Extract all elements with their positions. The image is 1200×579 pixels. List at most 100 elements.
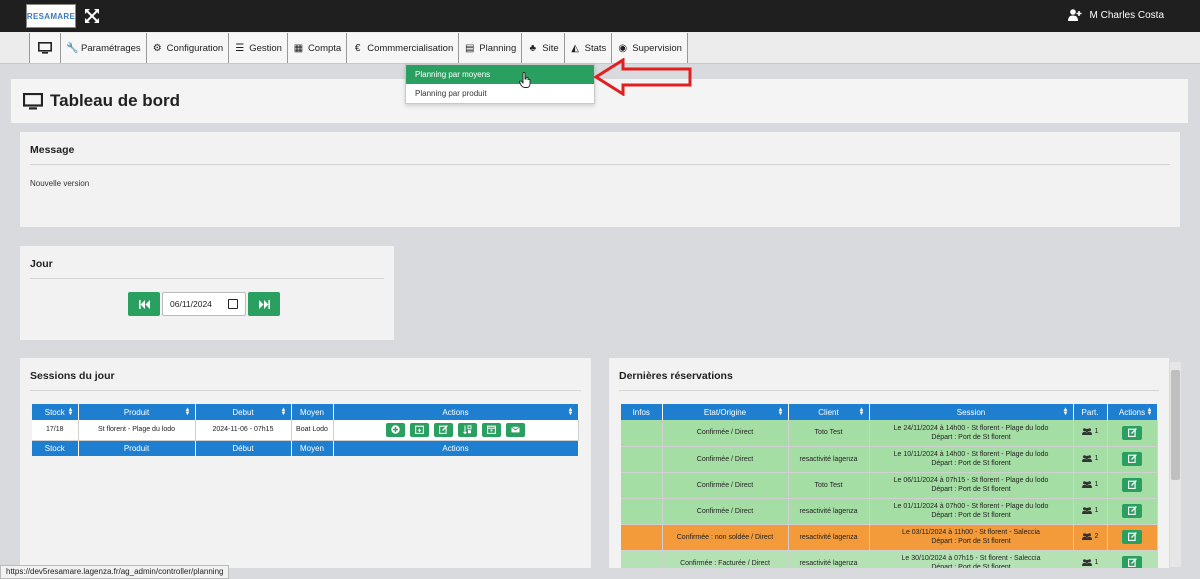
email-button[interactable]	[506, 422, 525, 437]
cell-client: resactivité lagenza	[788, 550, 870, 568]
next-day-button[interactable]	[248, 292, 280, 316]
cell-infos	[621, 498, 663, 525]
cell-participants: 1	[1073, 498, 1108, 525]
reservations-table: Infos Etat/Origine ▲ ▼ Client ▲ ▼ Session ▲ ▼ …	[621, 404, 1158, 568]
previous-day-button[interactable]	[128, 292, 160, 316]
cell-actions	[1107, 550, 1158, 568]
edit-icon	[439, 425, 448, 435]
column-header-infos[interactable]: Infos	[621, 404, 663, 420]
calendar-add-button[interactable]	[410, 422, 429, 437]
main-nav: 🔧 Paramétrages ⚙ Configuration ☰ Gestion ▦ C…	[29, 33, 688, 63]
sessions-panel: Sessions du jour Stock ▲ ▼ Produit ▲ ▼ Debut…	[20, 358, 591, 568]
menu-item-planning-par-produit[interactable]: Planning par produit	[406, 84, 594, 103]
cell-session: Le 03/11/2024 à 11h00 - St florent - Sal…	[869, 524, 1074, 551]
fast-backward-icon	[138, 299, 150, 309]
edit-icon	[1127, 506, 1137, 516]
users-icon	[1081, 506, 1092, 514]
table-footer: Stock Produit Début Moyen Actions	[32, 440, 579, 456]
edit-icon	[1127, 558, 1137, 568]
edit-icon	[1127, 428, 1137, 437]
resamare-logo[interactable]: RESAMARE	[26, 4, 76, 28]
users-icon	[1081, 532, 1092, 540]
users-icon	[1081, 558, 1092, 566]
sitemap-icon: ♣	[529, 42, 537, 54]
sessions-heading: Sessions du jour	[30, 370, 115, 382]
cell-etat-origine: Confirmée : non soldée / Direct	[662, 524, 789, 551]
nav-planning[interactable]: ▤ Planning	[459, 33, 523, 63]
area-chart-icon: ◭	[571, 42, 579, 54]
divider	[619, 390, 1159, 391]
calendar-view-button[interactable]	[482, 422, 501, 437]
edit-button[interactable]	[1122, 477, 1142, 492]
nav-gestion[interactable]: ☰ Gestion	[229, 33, 288, 63]
edit-button[interactable]	[1122, 529, 1142, 544]
footer-produit: Produit	[78, 440, 196, 456]
edit-button[interactable]	[434, 422, 453, 437]
edit-button[interactable]	[1122, 555, 1142, 568]
table-row[interactable]: Confirmée / Direct resactivité lagenza L…	[621, 498, 1158, 525]
footer-debut: Début	[195, 440, 292, 456]
expand-icon[interactable]	[85, 9, 99, 23]
nav-configuration[interactable]: ⚙ Configuration	[146, 33, 230, 63]
cell-etat-origine: Confirmée / Direct	[662, 498, 789, 525]
table-row[interactable]: Confirmée / Direct Toto Test Le 06/11/20…	[621, 472, 1158, 499]
sort-icon: ▲ ▼	[1062, 407, 1069, 417]
cell-session: Le 30/10/2024 à 07h15 - St florent - Sal…	[869, 550, 1074, 568]
reservations-scrollbar[interactable]	[1170, 362, 1181, 567]
nav-site[interactable]: ♣ Site	[522, 33, 565, 63]
table-row[interactable]: Confirmée : non soldée / Direct resactiv…	[621, 524, 1158, 551]
column-header-debut[interactable]: Debut ▲ ▼	[195, 404, 292, 420]
cell-infos	[621, 446, 663, 473]
date-input[interactable]: 06/11/2024	[162, 292, 246, 316]
column-header-produit[interactable]: Produit ▲ ▼	[78, 404, 196, 420]
eye-icon: ◉	[618, 42, 628, 54]
sort-order-button[interactable]	[458, 422, 477, 437]
column-header-session[interactable]: Session ▲ ▼	[869, 404, 1074, 420]
footer-moyen: Moyen	[291, 440, 334, 456]
column-header-moyen[interactable]: Moyen	[291, 404, 334, 420]
euro-icon: €	[354, 42, 361, 54]
scrollbar-thumb[interactable]	[1171, 370, 1180, 480]
edit-button[interactable]	[1122, 451, 1142, 466]
table-row: 17/18 St florent - Plage du lodo 2024-11…	[32, 420, 579, 441]
column-header-actions[interactable]: Actions ▲ ▼	[333, 404, 579, 420]
cell-actions	[1107, 498, 1158, 525]
message-panel: Message Nouvelle version	[20, 132, 1180, 227]
table-row[interactable]: Confirmée : Facturée / Direct resactivit…	[621, 550, 1158, 568]
column-header-part[interactable]: Part.	[1073, 404, 1108, 420]
monitor-icon	[38, 42, 52, 54]
monitor-icon	[23, 92, 43, 109]
column-header-actions[interactable]: Actions ▲ ▼	[1107, 404, 1158, 420]
sort-icon: ▲ ▼	[858, 407, 865, 417]
cell-session: Le 06/11/2024 à 07h15 - St florent - Pla…	[869, 472, 1074, 499]
nav-parametrages[interactable]: 🔧 Paramétrages	[61, 33, 147, 63]
nav-dashboard[interactable]	[30, 33, 61, 63]
nav-compta[interactable]: ▦ Compta	[287, 33, 348, 63]
edit-icon	[1127, 480, 1137, 490]
divider	[30, 164, 1170, 165]
calendar-icon: ▤	[465, 42, 475, 54]
jour-heading: Jour	[30, 258, 53, 270]
edit-icon	[1127, 532, 1137, 542]
table-row[interactable]: Confirmée / Direct Toto Test Le 24/11/20…	[621, 420, 1158, 447]
edit-button[interactable]	[1122, 503, 1142, 518]
cell-actions	[333, 420, 579, 441]
calendar-icon[interactable]	[228, 299, 238, 309]
column-header-client[interactable]: Client ▲ ▼	[788, 404, 870, 420]
cell-etat-origine: Confirmée / Direct	[662, 472, 789, 499]
cell-participants: 1	[1073, 550, 1108, 568]
nav-commercialisation[interactable]: € Commmercialisation	[347, 33, 460, 63]
table-row[interactable]: Confirmée / Direct resactivité lagenza L…	[621, 446, 1158, 473]
users-icon	[1081, 480, 1092, 488]
edit-button[interactable]	[1122, 425, 1142, 440]
divider	[30, 390, 581, 391]
column-header-stock[interactable]: Stock ▲ ▼	[32, 404, 79, 420]
message-text: Nouvelle version	[30, 179, 90, 188]
footer-actions: Actions	[333, 440, 579, 456]
cell-infos	[621, 550, 663, 568]
add-button[interactable]	[386, 422, 405, 437]
user-menu[interactable]: M Charles Costa	[1067, 9, 1164, 21]
users-icon	[1081, 454, 1092, 462]
column-header-etat-origine[interactable]: Etat/Origine ▲ ▼	[662, 404, 789, 420]
menu-item-planning-par-moyens[interactable]: Planning par moyens	[406, 65, 594, 84]
